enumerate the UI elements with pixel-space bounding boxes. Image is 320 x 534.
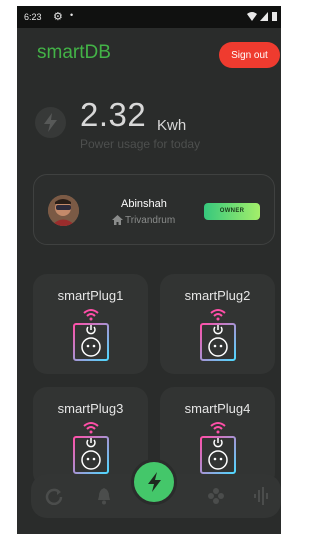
plug-name: smartPlug3: [57, 401, 124, 416]
waveform-icon[interactable]: [253, 487, 269, 505]
plug-card-1[interactable]: smartPlug1: [33, 274, 148, 374]
sign-out-button[interactable]: Sign out: [219, 42, 280, 68]
user-card[interactable]: Abinshah Trivandrum OWNER: [33, 174, 275, 245]
usage-unit: Kwh: [157, 117, 187, 134]
battery-icon: [272, 12, 277, 22]
smart-plug-icon: [200, 309, 236, 361]
app-title: smartDB: [37, 42, 111, 63]
smart-plug-icon: [73, 309, 109, 361]
signal-icon: [260, 12, 269, 22]
bell-icon[interactable]: [97, 487, 111, 505]
plug-name: smartPlug2: [184, 288, 251, 303]
status-bar: 6:23 ⚙ •: [17, 6, 281, 28]
smart-plug-icon: [73, 422, 109, 474]
gamepad-icon[interactable]: [207, 487, 225, 505]
gear-icon: ⚙: [53, 11, 63, 23]
app-screen: 6:23 ⚙ • smartDB Sign out 2.32 Kwh Power…: [17, 6, 281, 534]
user-name: Abinshah: [121, 198, 167, 210]
dot-icon: •: [70, 10, 74, 20]
user-location: Trivandrum: [125, 215, 176, 226]
usage-value: 2.32: [80, 96, 147, 133]
plug-name: smartPlug4: [184, 401, 251, 416]
plug-card-4[interactable]: smartPlug4: [160, 387, 275, 487]
plug-name: smartPlug1: [57, 288, 124, 303]
energy-icon: [35, 107, 66, 138]
wifi-icon: [246, 12, 257, 22]
power-icon: [148, 472, 161, 492]
smart-plug-icon: [200, 422, 236, 474]
role-badge: OWNER: [204, 203, 260, 220]
home-icon: [112, 215, 123, 225]
status-icons: [246, 11, 277, 22]
avatar[interactable]: [48, 195, 79, 226]
status-time: 6:23: [24, 12, 42, 22]
power-fab-button[interactable]: [131, 459, 177, 505]
refresh-icon[interactable]: [45, 487, 63, 505]
plug-card-3[interactable]: smartPlug3: [33, 387, 148, 487]
plug-card-2[interactable]: smartPlug2: [160, 274, 275, 374]
usage-caption: Power usage for today: [80, 137, 201, 151]
